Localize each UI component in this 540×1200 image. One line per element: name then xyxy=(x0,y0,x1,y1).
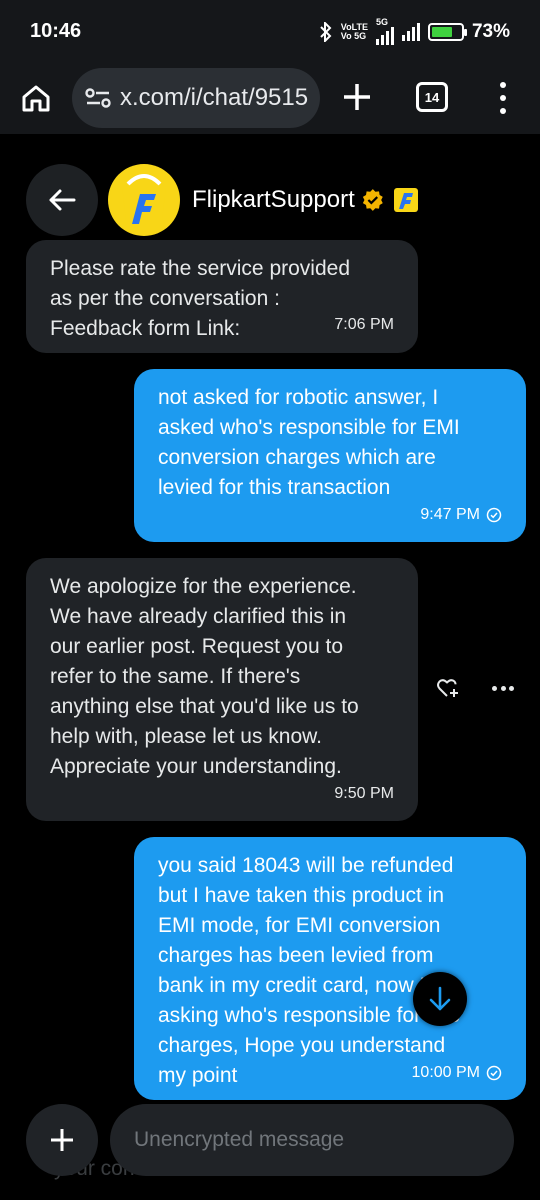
site-settings-icon[interactable] xyxy=(84,86,112,110)
message-outgoing[interactable]: not asked for robotic answer, I asked wh… xyxy=(134,369,526,542)
read-check-icon xyxy=(486,1065,502,1081)
message-time: 9:50 PM xyxy=(334,785,394,802)
verified-badge-icon xyxy=(362,189,383,211)
back-button[interactable] xyxy=(26,164,98,236)
signal-icon xyxy=(375,27,394,45)
scroll-down-button[interactable] xyxy=(413,972,467,1026)
message-text: not asked for robotic answer, I asked wh… xyxy=(158,386,460,499)
message-text: you said 18043 will be refunded but I ha… xyxy=(158,854,460,1087)
tabs-icon[interactable]: 14 xyxy=(416,82,448,112)
battery-percent: 73% xyxy=(471,20,510,42)
browser-toolbar: x.com/i/chat/9515 14 xyxy=(0,62,540,134)
battery-icon xyxy=(427,22,467,41)
menu-icon[interactable] xyxy=(492,82,514,114)
more-options-icon[interactable] xyxy=(492,686,514,692)
message-incoming[interactable]: We apologize for the experience. We have… xyxy=(26,558,418,821)
url-text: x.com/i/chat/9515 xyxy=(120,84,309,111)
status-bar: 10:46 VoLTE Vo 5G 5G 73% xyxy=(0,0,540,62)
address-bar[interactable]: x.com/i/chat/9515 xyxy=(72,68,320,128)
status-time: 10:46 xyxy=(30,20,82,42)
message-time: 7:06 PM xyxy=(334,316,394,333)
chat-header: FlipkartSupport xyxy=(26,164,418,236)
message-time: 10:00 PM xyxy=(412,1058,502,1088)
contact-name[interactable]: FlipkartSupport xyxy=(192,186,355,214)
network-type: 5G xyxy=(375,17,388,27)
add-reaction-icon[interactable] xyxy=(436,676,460,700)
add-icon xyxy=(51,1129,73,1151)
message-outgoing[interactable]: you said 18043 will be refunded but I ha… xyxy=(134,837,526,1100)
back-arrow-icon xyxy=(49,189,76,211)
signal-icon xyxy=(401,22,420,41)
bluetooth-icon xyxy=(320,21,332,42)
message-text: We apologize for the experience. We have… xyxy=(50,575,359,778)
status-icons: VoLTE Vo 5G 5G 73% xyxy=(319,18,510,45)
message-input[interactable]: Unencrypted message xyxy=(110,1104,514,1176)
message-incoming[interactable]: Please rate the service provided as per … xyxy=(26,240,418,353)
flipkart-logo-icon xyxy=(122,174,166,224)
home-icon[interactable] xyxy=(20,82,52,114)
message-time: 9:47 PM xyxy=(420,500,502,530)
read-check-icon xyxy=(486,507,502,523)
avatar[interactable] xyxy=(108,164,180,236)
network-label: VoLTE Vo 5G xyxy=(340,21,368,41)
scroll-down-icon xyxy=(429,986,451,1011)
flipkart-badge-icon xyxy=(394,188,418,212)
add-attachment-button[interactable] xyxy=(26,1104,98,1176)
new-tab-icon[interactable] xyxy=(340,80,374,114)
